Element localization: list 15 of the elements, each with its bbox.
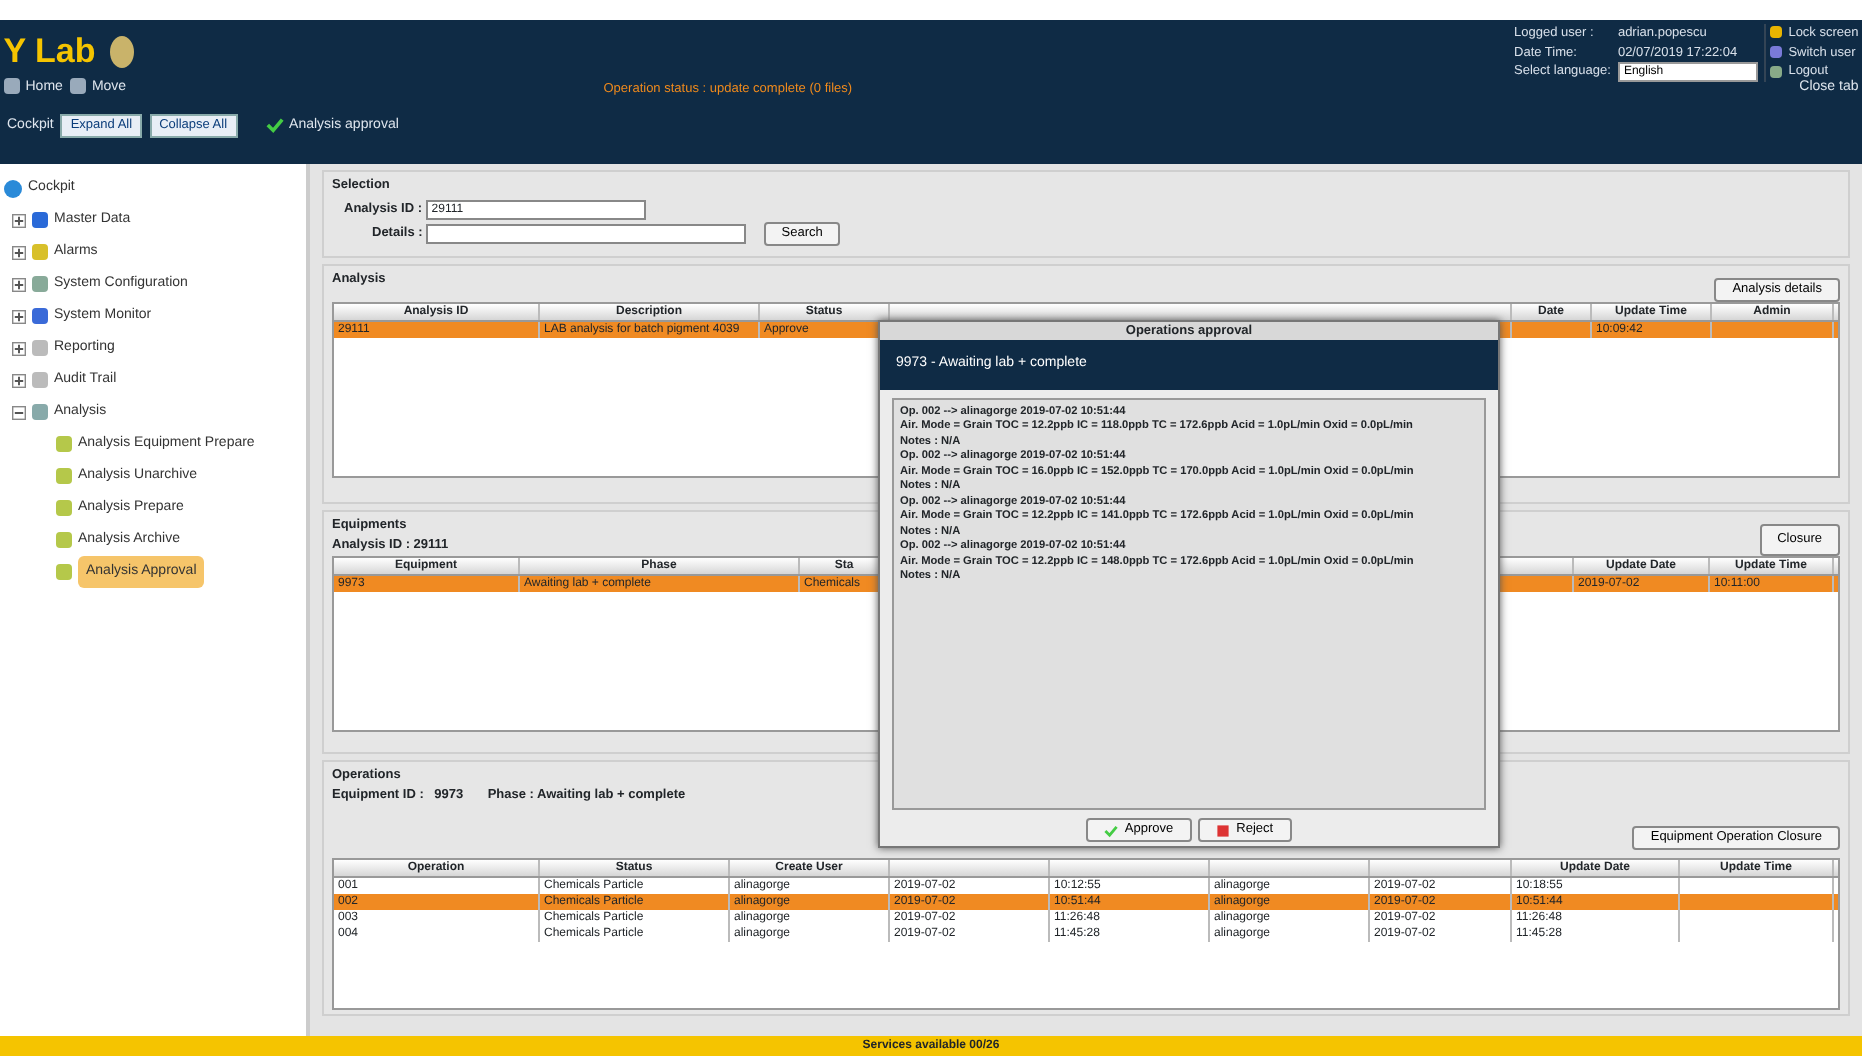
stop-icon [1216, 823, 1231, 838]
expander-icon[interactable] [12, 277, 26, 291]
check-icon [1104, 823, 1119, 838]
app-logo: Y Lab [3, 29, 96, 74]
expander-icon[interactable] [12, 309, 26, 323]
expander-icon[interactable] [12, 341, 26, 355]
expander-icon[interactable] [12, 245, 26, 259]
toolbar-icon [3, 78, 20, 95]
toolbar-icon [69, 78, 86, 95]
emblem-icon [109, 35, 134, 68]
expander-icon[interactable] [12, 405, 26, 419]
check-icon [265, 116, 284, 135]
details-field[interactable] [426, 224, 747, 245]
expander-icon[interactable] [12, 373, 26, 387]
expander-icon[interactable] [12, 213, 26, 227]
